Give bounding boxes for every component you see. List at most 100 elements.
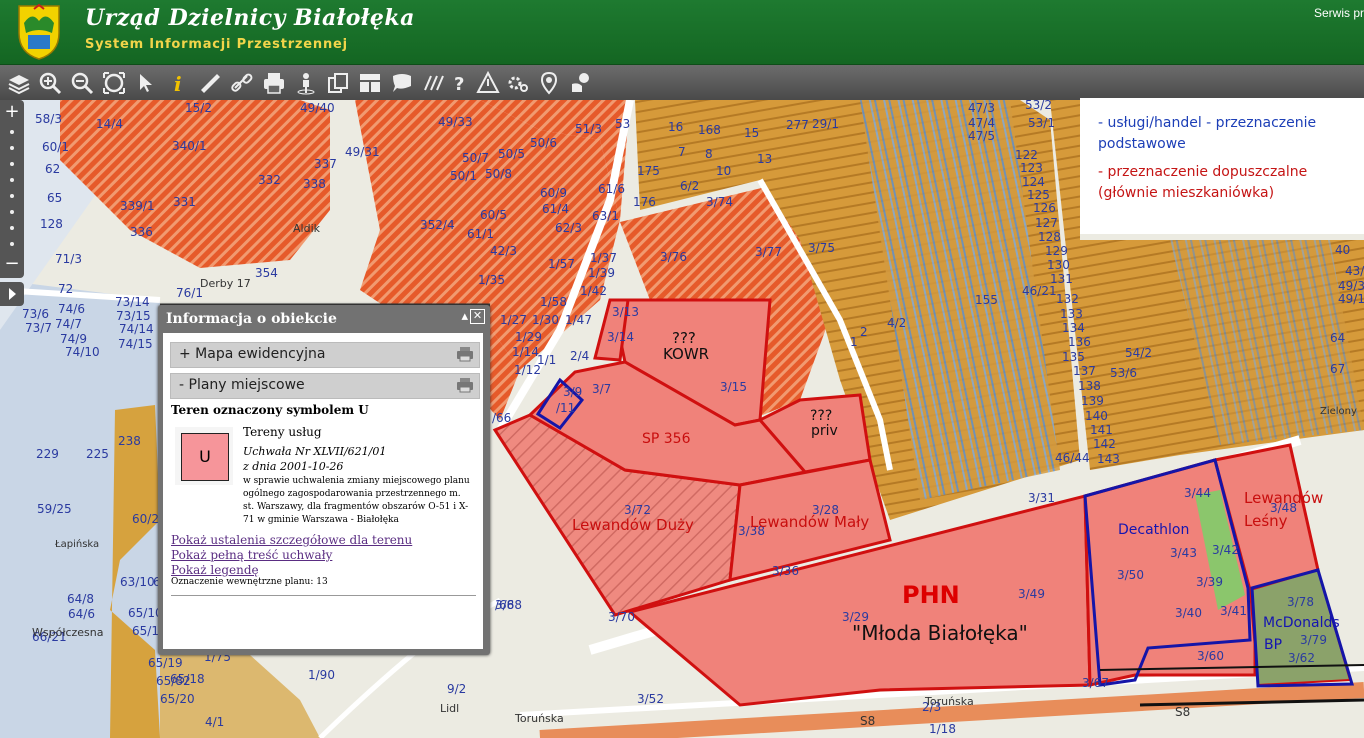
zoom-in-icon[interactable] [37, 70, 63, 96]
link-legend[interactable]: Pokaż legendę [171, 563, 259, 577]
label-lewandow-lesny-2: Leśny [1244, 512, 1288, 530]
print-icon[interactable] [456, 377, 474, 393]
parcel-number-label: 238 [118, 434, 141, 448]
parcel-number-label: 225 [86, 447, 109, 461]
annotation-primary: - usługi/handel - przeznaczenie podstawo… [1098, 115, 1317, 152]
parcel-number-label: 3/70 [608, 610, 635, 624]
zoom-out-icon[interactable] [69, 70, 95, 96]
layers-icon[interactable] [6, 70, 32, 96]
parcel-number-label: 62/3 [555, 221, 582, 235]
parcel-number-label: 71/3 [55, 252, 82, 266]
note-icon[interactable] [389, 70, 415, 96]
parcel-number-label: 128 [40, 217, 63, 231]
parcel-number-label: 1/29 [515, 330, 542, 344]
settings-icon[interactable] [505, 70, 531, 96]
parcel-number-label: 40 [1335, 243, 1350, 257]
copy-icon[interactable] [325, 70, 351, 96]
label-mcdonalds: McDonalds [1263, 615, 1340, 631]
zoom-level-dot[interactable] [10, 226, 14, 230]
parcel-number-label: 3/41 [1220, 604, 1247, 618]
label-kowr: KOWR [663, 345, 709, 363]
print-icon[interactable] [261, 70, 287, 96]
parcel-number-label: 13 [757, 152, 772, 166]
zoom-level-dot[interactable] [10, 194, 14, 198]
zoom-plus-button[interactable]: + [3, 103, 21, 121]
parcel-number-label: 58/3 [35, 112, 62, 126]
parcel-number-label: 73/7 [25, 321, 52, 335]
pointer-icon[interactable] [133, 70, 159, 96]
label-lewandow-duzy: Lewandów Duży [572, 516, 694, 534]
accordion-local-plans[interactable]: - Plany miejscowe [170, 373, 480, 399]
parcel-number-label: 1/90 [308, 668, 335, 682]
parcel-number-label: 3/77 [755, 245, 782, 259]
parcel-number-label: 3/44 [1184, 486, 1211, 500]
parcel-number-label: 155 [975, 293, 998, 307]
close-icon[interactable]: ✕ [470, 309, 485, 324]
parcel-number-label: 74/15 [118, 337, 153, 351]
parcel-number-label: 63/10 [120, 575, 155, 589]
parcel-number-label: 3/72 [624, 503, 651, 517]
parcel-number-label: 72 [58, 282, 73, 296]
parcel-number-label: 332 [258, 173, 281, 187]
accordion-label: + Mapa ewidencyjna [179, 346, 326, 362]
parcel-number-label: 3/76 [660, 250, 687, 264]
parcel-number-label: 139 [1081, 394, 1104, 408]
street-view-icon[interactable] [293, 70, 319, 96]
hatch-icon[interactable] [421, 70, 447, 96]
accordion-cadastral-map[interactable]: + Mapa ewidencyjna [170, 342, 480, 368]
parcel-number-label: 126 [1033, 201, 1056, 215]
parcel-number-label: 65/20 [160, 692, 195, 706]
parcel-number-label: 60/1 [42, 140, 69, 154]
parcel-number-label: 123 [1020, 161, 1043, 175]
service-link[interactable]: Serwis pr [1314, 6, 1364, 20]
parcel-number-label: 1/37 [590, 251, 617, 265]
zoom-level-dot[interactable] [10, 130, 14, 134]
parcel-number-label: 1/42 [580, 284, 607, 298]
label-zielony: Zielony [1320, 406, 1357, 417]
zoom-level-dot[interactable] [10, 162, 14, 166]
layout-icon[interactable] [357, 70, 383, 96]
link-icon[interactable] [229, 70, 255, 96]
full-extent-icon[interactable] [101, 70, 127, 96]
help-icon[interactable]: ? [447, 70, 473, 96]
parcel-number-label: 62 [45, 162, 60, 176]
label-priv: priv [811, 423, 838, 439]
link-full-resolution[interactable]: Pokaż pełną treść uchwały [171, 548, 332, 562]
measure-icon[interactable] [197, 70, 223, 96]
link-detailed-provisions[interactable]: Pokaż ustalenia szczegółowe dla terenu [171, 533, 412, 547]
label-torunska: Toruńska [514, 712, 564, 725]
info-icon[interactable]: i [165, 70, 191, 96]
label-lapinska: Łapińska [54, 538, 99, 550]
resolution-number: Uchwała Nr XLVII/621/01 [243, 445, 387, 458]
comments-icon[interactable] [568, 70, 594, 96]
zoom-level-dot[interactable] [10, 146, 14, 150]
parcel-number-label: 131 [1050, 272, 1073, 286]
parcel-number-label: 74/9 [60, 332, 87, 346]
parcel-number-label: 54/2 [1125, 346, 1152, 360]
parcel-number-label: 7 [678, 145, 686, 159]
panel-toggle-button[interactable] [0, 282, 24, 306]
parcel-number-label: 14/4 [96, 117, 123, 131]
warning-icon[interactable] [475, 70, 501, 96]
user-location-icon[interactable] [536, 70, 562, 96]
print-icon[interactable] [456, 346, 474, 362]
minimize-icon[interactable]: ▴ [461, 309, 468, 324]
parcel-number-label: 43/1 [1345, 264, 1364, 278]
parcel-number-label: /68 [495, 598, 514, 612]
parcel-number-label: 168 [698, 123, 721, 137]
zoom-level-dot[interactable] [10, 242, 14, 246]
zoom-level-dot[interactable] [10, 178, 14, 182]
zoom-minus-button[interactable]: − [3, 255, 21, 273]
parcel-number-label: 143 [1097, 452, 1120, 466]
label-phn: PHN [902, 581, 960, 609]
parcel-number-label: 339/1 [120, 199, 155, 213]
parcel-number-label: 338 [303, 177, 326, 191]
label-s8: S8 [860, 714, 875, 728]
label-lewandow-lesny-1: Lewandów [1244, 489, 1323, 507]
parcel-number-label: 3/36 [772, 564, 799, 578]
parcel-number-label: 337 [314, 157, 337, 171]
parcel-number-label: 63/1 [592, 209, 619, 223]
zoom-level-dot[interactable] [10, 210, 14, 214]
symbol-name: Tereny usług [243, 425, 322, 439]
object-info-popup[interactable]: Informacja o obiekcie ▴ ✕ + Mapa ewidenc… [158, 305, 490, 655]
